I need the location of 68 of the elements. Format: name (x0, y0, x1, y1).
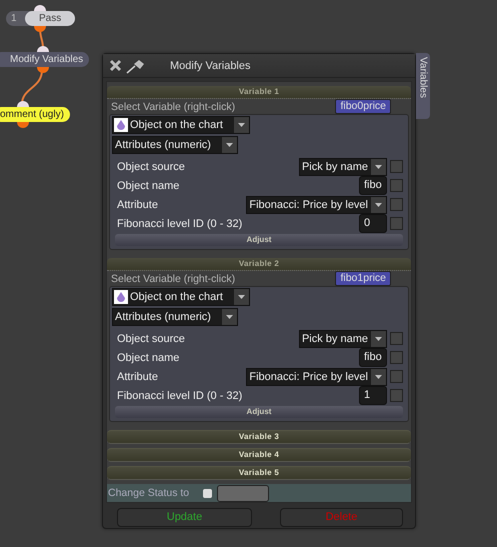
object-icon (114, 118, 128, 132)
section-header[interactable]: Variable 5 (107, 466, 411, 480)
section-header[interactable]: Variable 4 (107, 448, 411, 462)
update-button[interactable]: Update (117, 508, 252, 527)
value-dropdown[interactable]: Pick by name (298, 330, 387, 348)
object-icon (114, 290, 128, 304)
value-dropdown[interactable]: Fibonacci: Price by level (246, 196, 387, 214)
adjust-button[interactable]: Adjust (115, 234, 403, 246)
field-label: Object name (117, 352, 180, 364)
flow-node[interactable]: 1 Pass (6, 11, 76, 26)
field-label: Fibonacci level ID (0 - 32) (117, 390, 242, 402)
select-label: Select Variable (right-click) (111, 100, 236, 112)
caret-icon (375, 336, 382, 340)
caret-icon (238, 123, 245, 127)
field-label: Attribute (117, 370, 158, 382)
status-field[interactable] (217, 484, 270, 502)
checkbox[interactable] (390, 198, 403, 211)
section-header[interactable]: Variable 2 (107, 258, 411, 271)
type-dropdown[interactable]: Attributes (numeric) (112, 308, 238, 326)
checkbox[interactable] (390, 179, 403, 192)
caret-icon (238, 295, 245, 299)
field-label: Object source (117, 332, 185, 344)
flow-node[interactable]: omment (ugly) (0, 107, 70, 122)
checkbox[interactable] (390, 217, 403, 230)
checkbox[interactable] (390, 351, 403, 364)
section-header[interactable]: Variable 3 (107, 430, 411, 444)
field-label: Attribute (117, 198, 158, 210)
port-icon[interactable] (34, 5, 46, 11)
window-title: Modify Variables (170, 60, 250, 72)
port-icon[interactable] (17, 101, 29, 107)
close-icon[interactable] (109, 59, 122, 72)
type-dropdown[interactable]: Attributes (numeric) (112, 136, 238, 154)
source-dropdown[interactable]: Object on the chart (112, 116, 250, 134)
port-icon[interactable] (37, 46, 49, 52)
caret-icon (226, 315, 233, 319)
checkbox[interactable] (390, 370, 403, 383)
connector-line (21, 70, 43, 104)
checkbox[interactable] (390, 389, 403, 402)
variable-name[interactable]: fibo0price (335, 99, 391, 114)
caret-icon (226, 143, 233, 147)
port-icon[interactable] (34, 26, 46, 32)
node-number: 1 (11, 13, 18, 24)
node-label: Pass (25, 11, 76, 26)
input-field[interactable]: 0 (359, 214, 387, 233)
input-field[interactable]: 1 (359, 386, 387, 405)
checkbox[interactable] (390, 332, 403, 345)
value-dropdown[interactable]: Pick by name (298, 158, 387, 176)
value-dropdown[interactable]: Fibonacci: Price by level (246, 368, 387, 386)
field-label: Fibonacci level ID (0 - 32) (117, 218, 242, 230)
input-field[interactable]: fibo (359, 176, 387, 195)
variable-name[interactable]: fibo1price (335, 271, 391, 286)
status-label: Change Status to (108, 487, 190, 499)
checkbox[interactable] (390, 160, 403, 173)
port-icon[interactable] (17, 122, 29, 128)
field-label: Object name (117, 180, 180, 192)
flow-node[interactable]: Modify Variables (0, 52, 90, 67)
side-tab[interactable]: Variables (416, 53, 430, 119)
section-header[interactable]: Variable 1 (107, 86, 411, 99)
caret-icon (375, 164, 382, 168)
adjust-button[interactable]: Adjust (115, 406, 403, 418)
source-dropdown[interactable]: Object on the chart (112, 288, 250, 306)
port-icon[interactable] (37, 67, 49, 73)
caret-icon (375, 374, 382, 378)
caret-icon (375, 202, 382, 206)
checkbox[interactable] (203, 488, 212, 498)
select-label: Select Variable (right-click) (111, 272, 236, 284)
field-label: Object source (117, 160, 185, 172)
input-field[interactable]: fibo (359, 348, 387, 367)
